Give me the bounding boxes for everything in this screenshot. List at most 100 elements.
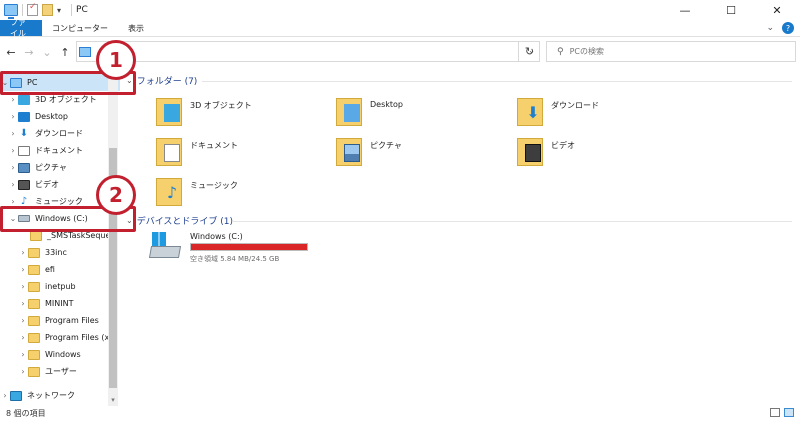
drive-windows-c[interactable]: Windows (C:) 空き領域 5.84 MB/24.5 GB — [148, 232, 370, 268]
search-icon: ⚲ — [557, 46, 564, 57]
folders-group-header[interactable]: ⌄ フォルダー (7) — [126, 74, 197, 87]
drive-usage-fill — [191, 244, 307, 250]
tree-item-label: ドキュメント — [35, 146, 83, 155]
tree-item-program-files-x86[interactable]: › Program Files (x8 — [0, 329, 120, 346]
expand-ribbon-chevron-icon[interactable]: ⌄ — [766, 23, 774, 33]
folder-downloads[interactable]: ⬇ ダウンロード — [517, 94, 697, 134]
tree-item-label: ダウンロード — [35, 129, 83, 138]
tree-item-program-files[interactable]: › Program Files — [0, 312, 120, 329]
search-box[interactable]: ⚲ — [546, 41, 796, 62]
collapsed-chevron-icon[interactable]: › — [18, 316, 28, 325]
collapsed-chevron-icon[interactable]: › — [18, 367, 28, 376]
music-note-icon: ♪ — [20, 195, 28, 207]
folder-documents[interactable]: ドキュメント — [156, 134, 336, 174]
picture-icon — [18, 162, 30, 173]
details-view-icon[interactable] — [770, 408, 780, 417]
back-arrow-icon[interactable]: ← — [4, 46, 18, 59]
drive-base-shape — [148, 246, 182, 258]
status-bar: 8 個の項目 — [0, 405, 800, 421]
tree-item-pictures[interactable]: › ピクチャ — [0, 159, 120, 176]
collapsed-chevron-icon[interactable]: › — [18, 350, 28, 359]
collapsed-chevron-icon[interactable]: › — [8, 180, 18, 189]
tree-item-label: _SMSTaskSequen — [47, 231, 116, 240]
tree-item-desktop[interactable]: › Desktop — [0, 108, 120, 125]
collapsed-chevron-icon[interactable]: › — [18, 299, 28, 308]
folder-icon — [28, 281, 40, 292]
collapsed-chevron-icon[interactable]: › — [8, 112, 18, 121]
folder-desktop[interactable]: Desktop — [336, 94, 516, 134]
item-count: 8 個の項目 — [6, 408, 46, 418]
video-icon — [18, 179, 30, 190]
large-icons-view-icon[interactable] — [784, 408, 794, 417]
tree-item-network[interactable]: › ネットワーク — [0, 387, 120, 404]
tree-item-minint[interactable]: › MININT — [0, 295, 120, 312]
collapsed-chevron-icon[interactable]: › — [8, 197, 18, 206]
documents-folder-icon — [156, 134, 184, 168]
window-title: PC — [76, 5, 88, 15]
windows-logo-icon — [152, 232, 166, 246]
collapsed-chevron-icon[interactable]: › — [18, 333, 28, 342]
folder-icon — [28, 264, 40, 275]
folder-videos[interactable]: ビデオ — [517, 134, 697, 174]
help-icon[interactable]: ? — [782, 22, 794, 34]
3d-objects-folder-icon — [156, 94, 184, 128]
search-input[interactable] — [569, 47, 770, 56]
tab-computer[interactable]: コンピューター — [42, 20, 118, 36]
collapsed-chevron-icon[interactable]: › — [18, 248, 28, 257]
maximize-button[interactable]: ☐ — [708, 0, 754, 20]
tree-item-inetpub[interactable]: › inetpub — [0, 278, 120, 295]
pictures-folder-icon — [336, 134, 364, 168]
recent-locations-chevron-icon[interactable]: ⌄ — [40, 46, 54, 59]
folder-music[interactable]: ♪ ミュージック — [156, 174, 336, 214]
minimize-button[interactable]: — — [662, 0, 708, 20]
film-strip-overlay — [525, 144, 541, 162]
tree-item-documents[interactable]: › ドキュメント — [0, 142, 120, 159]
up-arrow-icon[interactable]: ↑ — [58, 46, 72, 59]
folder-label: ミュージック — [190, 181, 238, 190]
tree-item-label: Desktop — [35, 112, 68, 121]
folder-label: ダウンロード — [551, 101, 599, 110]
tree-item-label: efi — [45, 265, 55, 274]
new-folder-icon[interactable] — [42, 4, 53, 16]
collapsed-chevron-icon[interactable]: › — [0, 391, 10, 400]
drive-usage-bar — [190, 243, 308, 251]
tree-item-users[interactable]: › ユーザー — [0, 363, 120, 380]
tree-item-downloads[interactable]: › ⬇ ダウンロード — [0, 125, 120, 142]
properties-icon[interactable] — [27, 2, 38, 16]
folder-icon — [28, 247, 40, 258]
drives-group-header[interactable]: ⌄ デバイスとドライブ (1) — [126, 214, 233, 227]
collapsed-chevron-icon[interactable]: › — [18, 282, 28, 291]
tab-file[interactable]: ファイル — [0, 18, 42, 38]
folders-group-label: フォルダー (7) — [136, 77, 198, 87]
refresh-icon[interactable]: ↻ — [518, 41, 540, 62]
collapsed-chevron-icon[interactable]: › — [8, 95, 18, 104]
tree-item-windows-folder[interactable]: › Windows — [0, 346, 120, 363]
document-icon — [18, 145, 30, 156]
tab-view[interactable]: 表示 — [118, 20, 154, 36]
collapsed-chevron-icon[interactable]: › — [18, 265, 28, 274]
navigation-pane: ⌄ PC › 3D オブジェクト › Desktop › ⬇ ダウンロード › … — [0, 68, 120, 406]
forward-arrow-icon[interactable]: → — [22, 46, 36, 59]
address-bar[interactable]: ⌄ — [76, 41, 540, 62]
view-toggle — [770, 408, 794, 417]
collapsed-chevron-icon[interactable]: › — [8, 146, 18, 155]
folder-3d-objects[interactable]: 3D オブジェクト — [156, 94, 336, 134]
download-arrow-icon: ⬇ — [526, 103, 540, 122]
tree-item-label: Program Files (x8 — [45, 333, 115, 342]
pc-icon — [79, 46, 91, 57]
tree-item-efi[interactable]: › efi — [0, 261, 120, 278]
folder-label: Desktop — [370, 100, 403, 109]
folder-icon — [28, 349, 40, 360]
collapsed-chevron-icon[interactable]: › — [8, 129, 18, 138]
pc-window-icon[interactable] — [4, 4, 18, 19]
close-button[interactable]: ✕ — [754, 0, 800, 20]
drive-info: Windows (C:) 空き領域 5.84 MB/24.5 GB — [190, 232, 308, 268]
tree-item-label: ユーザー — [45, 367, 77, 376]
windows-drive-icon — [148, 232, 184, 262]
tree-item-33inc[interactable]: › 33inc — [0, 244, 120, 261]
collapsed-chevron-icon[interactable]: › — [8, 163, 18, 172]
nav-pane-scrollbar[interactable]: ▴ ▾ — [108, 68, 118, 406]
folder-pictures[interactable]: ピクチャ — [336, 134, 516, 174]
customize-toolbar-chevron-icon[interactable]: ▾ — [57, 6, 61, 15]
content-pane: ⌄ フォルダー (7) 3D オブジェクト Desktop ⬇ ダウンロード ド… — [122, 68, 800, 406]
